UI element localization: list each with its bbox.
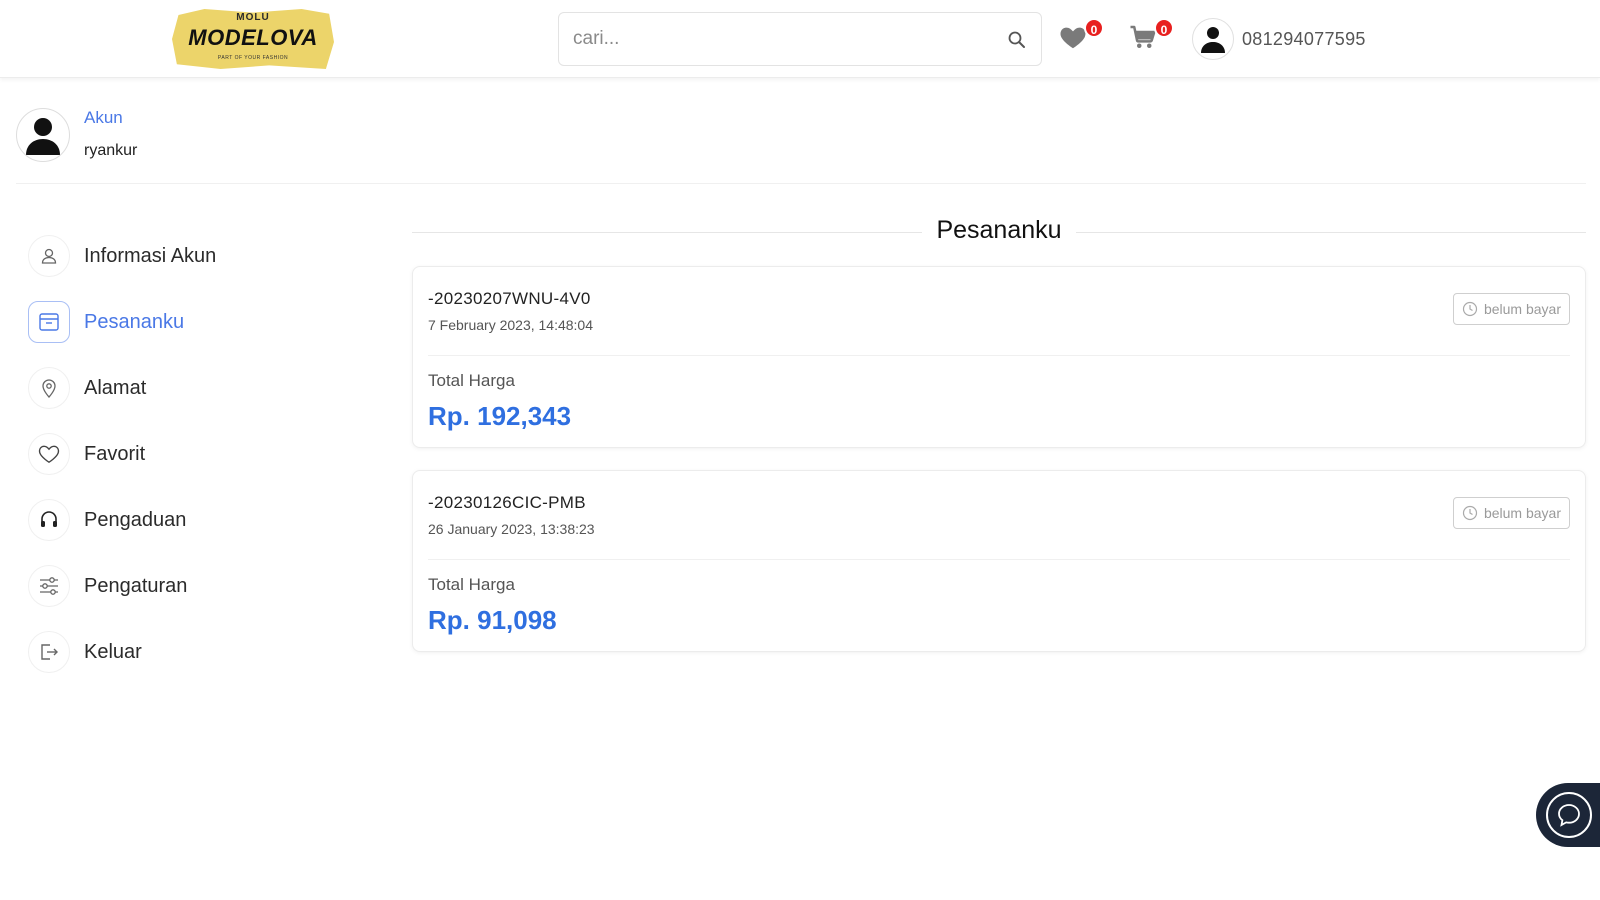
- menu-icon-wrap: [28, 631, 70, 673]
- account-label[interactable]: Akun: [84, 108, 123, 128]
- menu-icon-wrap: [28, 301, 70, 343]
- user-phone: 081294077595: [1242, 28, 1366, 49]
- search-box: [558, 12, 1042, 66]
- card-divider: [428, 355, 1570, 356]
- user-avatar-icon: [26, 118, 60, 155]
- total-label: Total Harga: [428, 371, 515, 390]
- headset-icon: [41, 511, 57, 527]
- chat-button[interactable]: [1536, 783, 1600, 847]
- sidebar-item-label: Keluar: [84, 640, 142, 663]
- order-id: -20230207WNU-4V0: [428, 289, 591, 308]
- clock-icon: [1462, 301, 1478, 317]
- favorites-button[interactable]: 0: [1058, 18, 1104, 56]
- top-header: MOLU MODELOVA PART OF YOUR FASHION 0 0: [0, 0, 1600, 78]
- status-label: belum bayar: [1483, 505, 1561, 521]
- total-price: Rp. 91,098: [428, 605, 557, 635]
- account-avatar: [16, 108, 70, 162]
- menu-icon-wrap: [28, 565, 70, 607]
- location-pin-icon: [42, 379, 56, 398]
- sidebar-item-label: Pesananku: [84, 310, 185, 333]
- menu-icon-wrap: [28, 235, 70, 277]
- avatar: [1192, 18, 1234, 60]
- heart-icon: [38, 445, 60, 463]
- search-icon[interactable]: [1007, 30, 1027, 50]
- status-badge[interactable]: belum bayar: [1452, 293, 1570, 325]
- status-label: belum bayar: [1483, 301, 1561, 317]
- sidebar-item-pengaduan[interactable]: Pengaduan: [28, 498, 328, 542]
- orders-heading-row: Pesananku: [412, 212, 1586, 252]
- sidebar-item-alamat[interactable]: Alamat: [28, 366, 328, 410]
- sidebar-item-label: Alamat: [84, 376, 147, 399]
- cart-count-badge: 0: [1154, 18, 1174, 38]
- sidebar-item-label: Pengaduan: [84, 508, 187, 531]
- search-input[interactable]: [573, 23, 973, 55]
- sidebar-item-label: Informasi Akun: [84, 244, 217, 267]
- order-card[interactable]: -20230207WNU-4V0 7 February 2023, 14:48:…: [412, 266, 1586, 448]
- account-summary: Akun ryankur: [16, 104, 1586, 184]
- user-menu[interactable]: 081294077595: [1192, 18, 1366, 60]
- order-date: 7 February 2023, 14:48:04: [428, 317, 594, 333]
- sidebar-item-label: Favorit: [84, 442, 146, 465]
- page-title-text: Pesananku: [922, 216, 1076, 244]
- sidebar-item-pengaturan[interactable]: Pengaturan: [28, 564, 328, 608]
- user-icon: [41, 248, 57, 264]
- clock-icon: [1462, 505, 1478, 521]
- sidebar-item-pesananku[interactable]: Pesananku: [28, 300, 328, 344]
- logo-top-text: MOLU: [236, 12, 270, 23]
- menu-icon-wrap: [28, 499, 70, 541]
- sliders-icon: [40, 577, 58, 595]
- logo-tagline: PART OF YOUR FASHION: [217, 55, 289, 61]
- sidebar-item-favorit[interactable]: Favorit: [28, 432, 328, 476]
- favorites-count-badge: 0: [1084, 18, 1104, 38]
- order-date: 26 January 2023, 13:38:23: [428, 521, 595, 537]
- card-divider: [428, 559, 1570, 560]
- menu-icon-wrap: [28, 367, 70, 409]
- account-username: ryankur: [84, 142, 138, 159]
- order-card[interactable]: -20230126CIC-PMB 26 January 2023, 13:38:…: [412, 470, 1586, 652]
- cart-button[interactable]: 0: [1128, 18, 1174, 56]
- user-avatar-icon: [1201, 27, 1225, 53]
- total-price: Rp. 192,343: [428, 401, 572, 431]
- sidebar-item-keluar[interactable]: Keluar: [28, 630, 328, 674]
- box-icon: [39, 313, 59, 331]
- logo-main-text: MODELOVA: [188, 25, 318, 50]
- page-title: Pesananku: [412, 216, 1586, 245]
- chat-bubble-icon: [1558, 804, 1580, 827]
- status-badge[interactable]: belum bayar: [1452, 497, 1570, 529]
- logout-icon: [41, 644, 58, 660]
- brand-logo[interactable]: MOLU MODELOVA PART OF YOUR FASHION: [172, 9, 334, 69]
- total-label: Total Harga: [428, 575, 515, 594]
- sidebar-item-informasi-akun[interactable]: Informasi Akun: [28, 234, 328, 278]
- sidebar-item-label: Pengaturan: [84, 574, 188, 597]
- chat-ring: [1546, 792, 1592, 838]
- menu-icon-wrap: [28, 433, 70, 475]
- order-id: -20230126CIC-PMB: [428, 493, 586, 512]
